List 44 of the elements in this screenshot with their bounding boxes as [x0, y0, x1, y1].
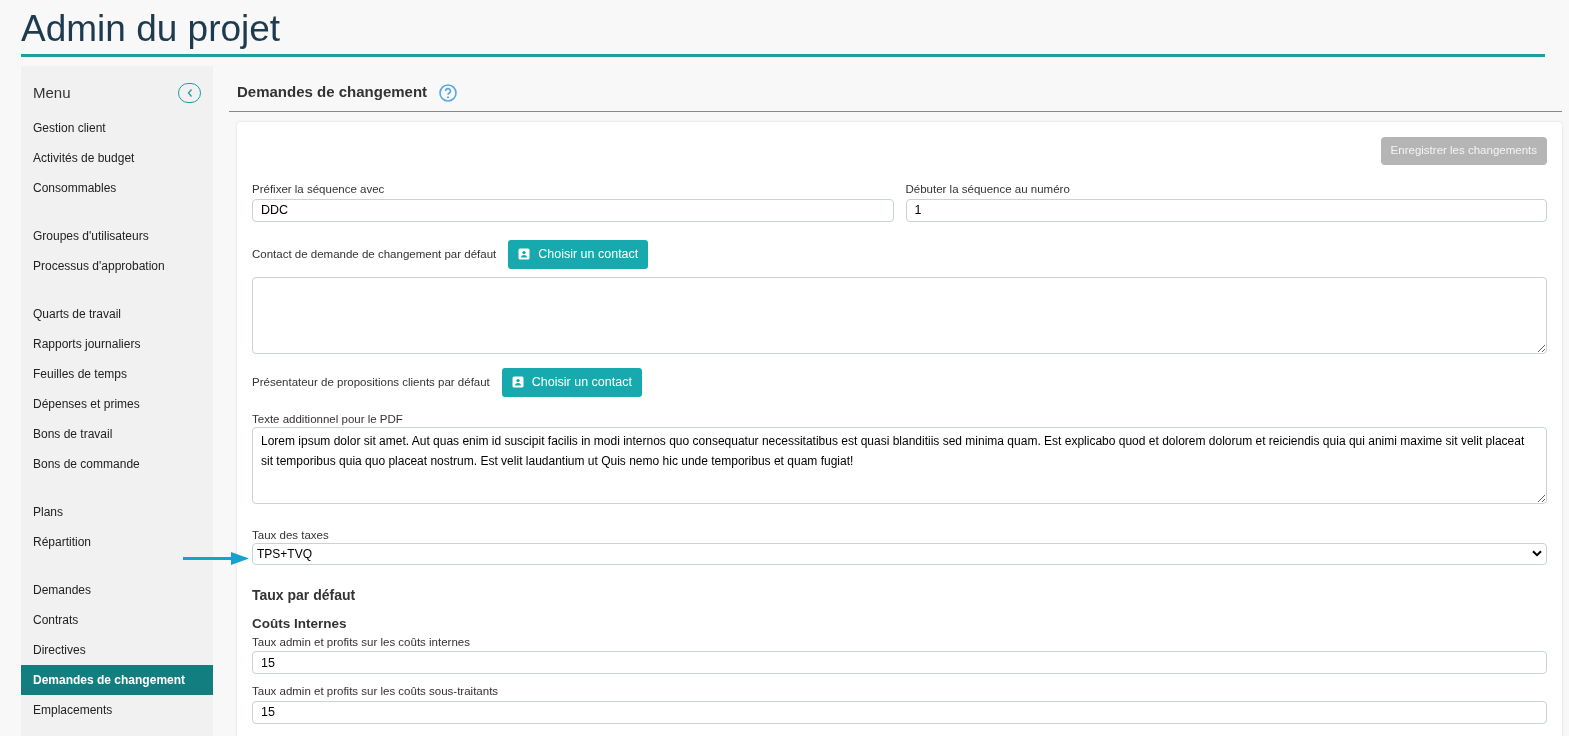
sidebar-item[interactable]: Groupes d'utilisateurs — [21, 220, 213, 251]
sidebar-item[interactable]: Bons de commande — [21, 448, 213, 479]
sidebar-item[interactable]: Demandes — [21, 574, 213, 605]
contact-card-icon — [518, 248, 531, 260]
sidebar-item[interactable]: Gestion client — [21, 112, 213, 143]
field-label: Taux admin et profits sur les coûts internes — [252, 634, 471, 650]
subsection-title: Coûts Internes — [252, 614, 348, 633]
field-label: Débuter la séquence au numéro — [905, 182, 1071, 197]
input-field[interactable]: DDC — [252, 198, 894, 222]
pdf-text-area[interactable]: Lorem ipsum dolor sit amet. Aut quas enim id suscipit facilis in modi internos quo consequatur necessitatibus est quasi blanditiis sed minima quam. Est explicabo quod et dolorem dolorum et reiciendis quia qui animi maxime sit velit placeat sit temporibus quia quo placeat nostrum. Est velit laudantium ut Quis nemo hic unde temporibus et quam fugiat! — [252, 426, 1547, 504]
field-label: Taux admin et profits sur les coûts sous-traitants — [252, 684, 500, 700]
sidebar-item[interactable]: Consommables — [21, 172, 213, 203]
field-label: Taux des taxes — [252, 527, 330, 543]
field-label: Contact de demande de changement par défaut — [252, 246, 497, 262]
tax-select[interactable]: TPS+TVQ — [252, 542, 1547, 565]
input-field[interactable]: 15 — [252, 700, 1547, 724]
sidebar-item[interactable]: Directives — [21, 634, 213, 665]
page-title: Admin du projet — [21, 7, 282, 51]
chevron-down-icon — [1532, 550, 1542, 557]
chevron-left-icon — [185, 88, 194, 99]
contact-text-area[interactable] — [252, 276, 1547, 354]
annotation-arrow — [183, 551, 249, 566]
field-label: Présentateur de propositions clients par défaut — [252, 374, 490, 390]
sidebar-item[interactable]: Bons de travail — [21, 418, 213, 449]
menu-title: Menu — [33, 83, 71, 103]
sidebar-item[interactable]: Répartition — [21, 526, 213, 557]
contact-card-icon — [511, 376, 524, 388]
input-field[interactable]: 15 — [252, 651, 1547, 675]
field-label: Texte additionnel pour le PDF — [252, 411, 404, 427]
sidebar-item[interactable]: Demandes de changement — [21, 664, 213, 695]
subsection-title: Taux par défaut — [252, 585, 357, 605]
sidebar-item[interactable]: Quarts de travail — [21, 298, 213, 329]
sidebar-item[interactable]: Dépenses et primes — [21, 388, 213, 419]
input-field[interactable]: 1 — [905, 198, 1547, 222]
sidebar-item[interactable]: Activités de budget — [21, 142, 213, 173]
sidebar-item[interactable]: Emplacements — [21, 694, 213, 725]
sidebar-item[interactable]: Contrats — [21, 604, 213, 635]
section-title: Demandes de changement — [237, 82, 428, 103]
sidebar-item[interactable]: Rapports journaliers — [21, 328, 213, 359]
sidebar-item[interactable]: Processus d'approbation — [21, 250, 213, 281]
sidebar-item[interactable]: Feuilles de temps — [21, 358, 213, 389]
sidebar-item[interactable]: Plans — [21, 496, 213, 527]
help-icon[interactable] — [439, 83, 458, 102]
field-label: Préfixer la séquence avec — [252, 182, 386, 197]
